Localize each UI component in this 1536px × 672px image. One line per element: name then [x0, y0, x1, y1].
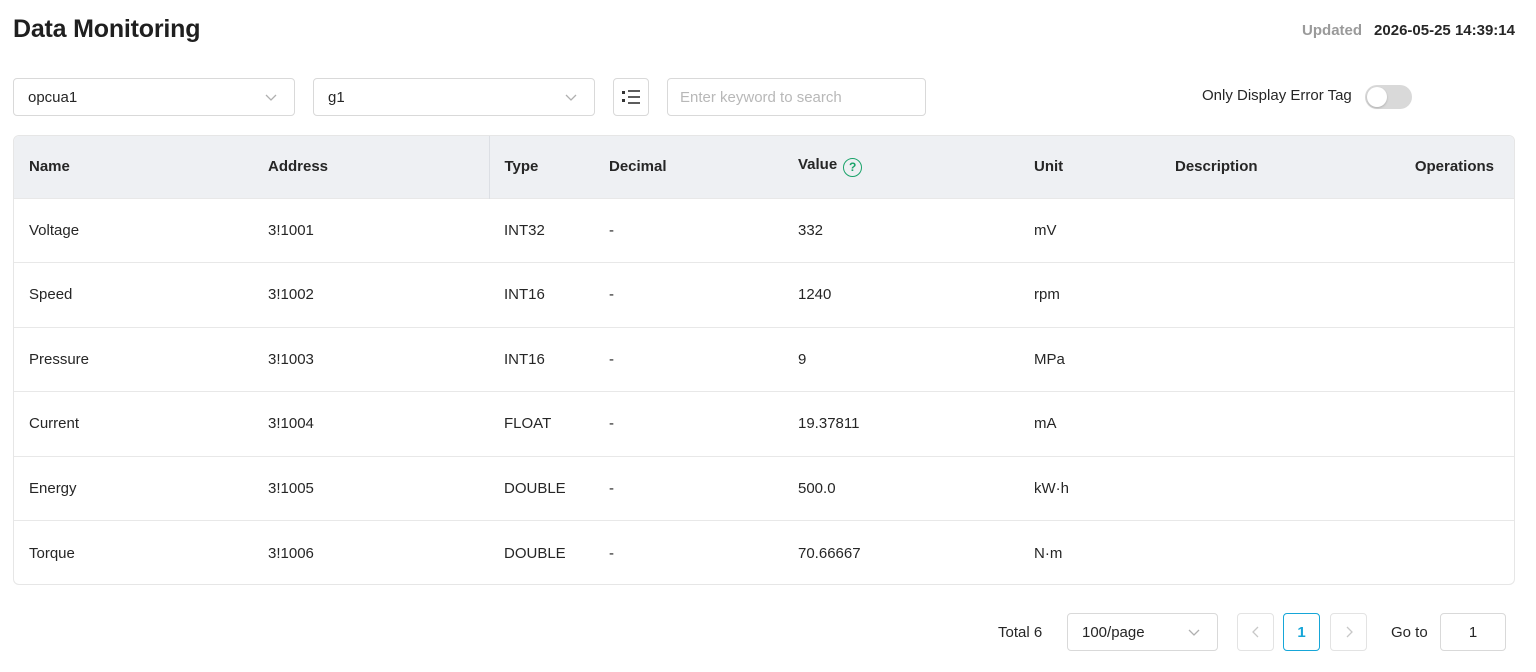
cell-decimal: - [609, 221, 614, 239]
cell-address: 3!1002 [268, 286, 314, 304]
cell-description [1160, 456, 1370, 521]
cell-description [1160, 392, 1370, 457]
cell-decimal: - [609, 479, 614, 497]
cell-type: INT32 [504, 221, 545, 239]
table-row: Pressure 3!1003 INT16 - 9 MPa [14, 327, 1514, 392]
column-header-address[interactable]: Address [253, 136, 490, 198]
cell-address: 3!1006 [268, 544, 314, 562]
updated-info: Updated 2026-05-25 14:39:14 [1302, 22, 1515, 39]
page-size-select[interactable]: 100/page [1067, 613, 1218, 651]
cell-address: 3!1005 [268, 479, 314, 497]
search-input[interactable] [667, 78, 926, 116]
cell-type: INT16 [504, 350, 545, 368]
table-row: Current 3!1004 FLOAT - 19.37811 mA [14, 391, 1514, 457]
cell-unit: rpm [1034, 286, 1060, 304]
chevron-down-icon [565, 94, 577, 101]
cell-decimal: - [609, 415, 614, 433]
cell-operations [1370, 327, 1514, 392]
list-view-button[interactable] [613, 78, 649, 116]
table-row: Energy 3!1005 DOUBLE - 500.0 kW·h [14, 456, 1514, 521]
cell-value: 500.0 [798, 479, 836, 497]
page-size-value: 100/page [1082, 623, 1145, 641]
cell-name: Voltage [29, 221, 80, 239]
cell-unit: mA [1034, 415, 1057, 433]
question-circle-icon[interactable]: ? [843, 158, 863, 178]
cell-address: 3!1004 [268, 415, 314, 433]
cell-operations [1370, 521, 1514, 585]
column-header-value[interactable]: Value? [783, 136, 1019, 198]
node-select[interactable]: opcua1 [13, 78, 295, 116]
cell-decimal: - [609, 350, 614, 368]
chevron-down-icon [1188, 629, 1200, 636]
group-select[interactable]: g1 [313, 78, 595, 116]
cell-operations [1370, 198, 1514, 263]
cell-name: Energy [29, 479, 77, 497]
cell-value: 70.66667 [798, 544, 861, 562]
table-header-row: Name Address Type Decimal Value? Unit De… [14, 136, 1514, 198]
cell-description [1160, 521, 1370, 585]
page-button-current[interactable]: 1 [1283, 613, 1320, 651]
data-table: Name Address Type Decimal Value? Unit De… [13, 135, 1515, 585]
cell-value: 19.37811 [798, 415, 860, 433]
prev-page-button[interactable] [1237, 613, 1274, 651]
cell-type: FLOAT [504, 415, 552, 433]
cell-description [1160, 327, 1370, 392]
cell-type: DOUBLE [504, 479, 566, 497]
cell-type: INT16 [504, 286, 545, 304]
cell-name: Speed [29, 286, 73, 304]
cell-operations [1370, 392, 1514, 457]
column-header-operations: Operations [1414, 158, 1494, 176]
cell-address: 3!1001 [268, 221, 314, 239]
goto-page-input[interactable] [1440, 613, 1506, 651]
cell-value: 332 [798, 221, 824, 239]
chevron-left-icon [1251, 626, 1258, 638]
table-row: Speed 3!1002 INT16 - 1240 rpm [14, 262, 1514, 328]
toggle-knob [1367, 87, 1387, 107]
column-header-value-label: Value [798, 156, 838, 174]
column-header-description[interactable]: Description [1160, 136, 1370, 198]
column-header-decimal[interactable]: Decimal [594, 136, 783, 198]
cell-type: DOUBLE [504, 544, 566, 562]
column-header-type[interactable]: Type [489, 136, 594, 198]
cell-unit: mV [1034, 221, 1057, 239]
cell-unit: N·m [1034, 544, 1063, 562]
chevron-down-icon [265, 94, 277, 101]
page-title: Data Monitoring [13, 15, 201, 43]
cell-decimal: - [609, 544, 614, 562]
cell-address: 3!1003 [268, 350, 314, 368]
updated-timestamp: 2026-05-25 14:39:14 [1374, 22, 1515, 39]
cell-description [1160, 263, 1370, 328]
chevron-right-icon [1346, 626, 1353, 638]
table-row: Torque 3!1006 DOUBLE - 70.66667 N·m [14, 520, 1514, 585]
cell-description [1160, 198, 1370, 263]
cell-decimal: - [609, 286, 614, 304]
goto-label: Go to [1391, 624, 1428, 641]
cell-value: 9 [798, 350, 807, 368]
cell-unit: kW·h [1034, 479, 1069, 497]
cell-value: 1240 [798, 286, 832, 304]
node-select-value: opcua1 [28, 88, 78, 106]
cell-name: Pressure [29, 350, 90, 368]
updated-label: Updated [1302, 22, 1363, 39]
column-header-name[interactable]: Name [14, 136, 253, 198]
group-select-value: g1 [328, 88, 345, 106]
cell-operations [1370, 263, 1514, 328]
error-tag-toggle[interactable] [1365, 85, 1412, 109]
cell-unit: MPa [1034, 350, 1065, 368]
cell-operations [1370, 456, 1514, 521]
table-row: Voltage 3!1001 INT32 - 332 mV [14, 198, 1514, 263]
total-count: Total 6 [998, 624, 1043, 641]
cell-name: Torque [29, 544, 75, 562]
column-header-unit[interactable]: Unit [1019, 136, 1160, 198]
error-toggle-label: Only Display Error Tag [1202, 87, 1352, 104]
next-page-button[interactable] [1330, 613, 1367, 651]
cell-name: Current [29, 415, 80, 433]
list-icon [622, 90, 640, 104]
